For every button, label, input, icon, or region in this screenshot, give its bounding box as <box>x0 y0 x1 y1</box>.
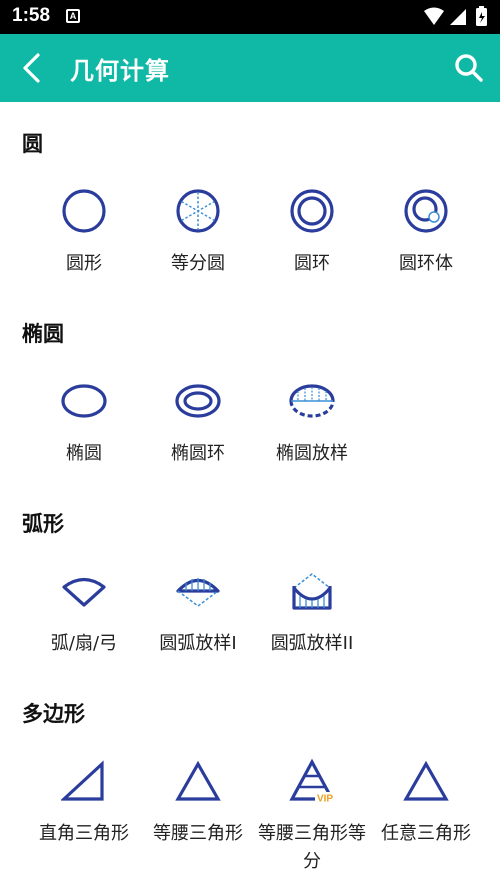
section-title-polygon: 多边形 <box>22 702 85 726</box>
isosceles-triangle-icon <box>175 760 221 801</box>
item-label: 椭圆环 <box>171 443 225 464</box>
right-triangle-icon <box>61 760 104 801</box>
status-time: 1:58 <box>12 5 51 26</box>
ellipse-icon <box>61 384 107 418</box>
item-label: 圆环体 <box>399 253 453 274</box>
sector-icon <box>62 577 106 607</box>
item-label: 直角三角形 <box>39 823 129 844</box>
ellipse-lofting-icon <box>289 384 335 418</box>
vip-badge: VIP <box>317 794 333 805</box>
system-status-icons <box>424 6 487 26</box>
page-title: 几何计算 <box>70 57 170 85</box>
item-label: 椭圆放样 <box>276 443 348 464</box>
item-label: 任意三角形 <box>381 823 471 844</box>
item-label: 等分圆 <box>171 253 225 274</box>
item-label: 圆弧放样II <box>270 633 354 654</box>
item-label: 圆弧放样I <box>159 633 237 654</box>
section-title-ellipse: 椭圆 <box>22 322 64 346</box>
circle-icon <box>62 189 106 233</box>
status-bar: 1:58 A <box>0 0 500 34</box>
item-label: 圆环 <box>294 253 330 274</box>
ring-icon <box>290 189 334 233</box>
triangle-icon <box>403 760 449 801</box>
item-label: 等腰三角形等分 <box>258 823 366 872</box>
section-title-circle: 圆 <box>22 132 43 156</box>
arc-lofting-2-icon <box>292 573 332 610</box>
notification-icon: A <box>66 9 80 23</box>
elliptical-ring-icon <box>175 384 221 418</box>
item-label: 弧/扇/弓 <box>50 633 118 654</box>
arc-lofting-1-icon <box>176 578 220 607</box>
item-label: 圆形 <box>66 253 102 274</box>
item-label: 等腰三角形 <box>153 823 243 844</box>
divided-circle-icon <box>176 189 220 233</box>
item-label: 椭圆 <box>66 443 102 464</box>
chevron-left-icon[interactable] <box>14 50 50 86</box>
search-icon[interactable] <box>452 51 486 85</box>
divided-triangle-icon: VIP <box>289 758 335 804</box>
app-bar: 几何计算 <box>0 34 500 102</box>
torus-icon <box>404 189 448 233</box>
wifi-icon <box>424 7 444 25</box>
section-title-arc: 弧形 <box>22 512 64 536</box>
signal-icon <box>450 9 466 25</box>
